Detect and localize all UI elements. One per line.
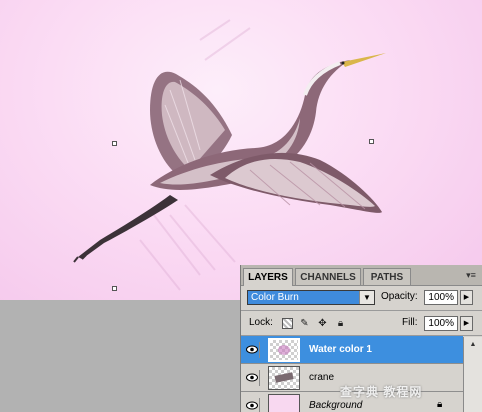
eye-icon[interactable] [244,370,260,386]
document-canvas[interactable] [0,0,482,300]
chevron-down-icon[interactable]: ▼ [359,291,374,304]
tab-layers[interactable]: LAYERS [243,268,293,286]
fill-field[interactable]: 100% [424,316,458,331]
crane-image [73,19,386,291]
lock-transparent-pixels-icon[interactable] [282,318,293,329]
layer-name[interactable]: Background [309,400,362,412]
blend-mode-select[interactable]: Color Burn ▼ [247,290,375,305]
layer-row-water-color-1[interactable]: Water color 1 [241,336,463,364]
scroll-up-icon[interactable]: ▲ [466,339,480,351]
watermark: 查字典 教程网 [340,385,423,399]
opacity-field[interactable]: 100% [424,290,458,305]
lock-position-icon[interactable]: ✥ [317,318,328,329]
crane-beak [342,53,386,67]
opacity-label: Opacity: [381,291,418,302]
panel-menu-icon[interactable]: ▾≡ [464,269,478,281]
layer-name[interactable]: crane [309,372,334,384]
fill-slider-button[interactable]: ▶ [460,316,473,331]
eye-icon[interactable] [244,342,260,358]
transform-handle-top-left[interactable] [112,141,117,146]
lock-all-icon[interactable]: 🔒︎ [335,318,346,329]
tab-channels[interactable]: CHANNELS [295,268,361,285]
opacity-slider-button[interactable]: ▶ [460,290,473,305]
eye-icon[interactable] [244,398,260,412]
layers-scrollbar[interactable]: ▲ [463,337,482,412]
lock-icon: 🔒︎ [437,399,443,410]
layer-thumbnail [268,338,300,362]
panel-tab-bar: LAYERS CHANNELS PATHS ▾≡ [241,265,482,286]
fill-label: Fill: [402,317,418,328]
tab-paths[interactable]: PATHS [363,268,411,285]
lock-label: Lock: [249,317,273,328]
blend-mode-value: Color Burn [251,292,299,303]
layer-thumbnail [268,366,300,390]
layer-thumbnail [268,394,300,412]
layers-list: Water color 1 crane Background 🔒︎ [241,336,463,412]
transform-handle-bottom-left[interactable] [112,286,117,291]
transform-handle-top-right[interactable] [369,139,374,144]
lock-image-pixels-icon[interactable]: ✎ [299,318,310,329]
divider [241,310,482,311]
layer-name[interactable]: Water color 1 [309,344,372,356]
